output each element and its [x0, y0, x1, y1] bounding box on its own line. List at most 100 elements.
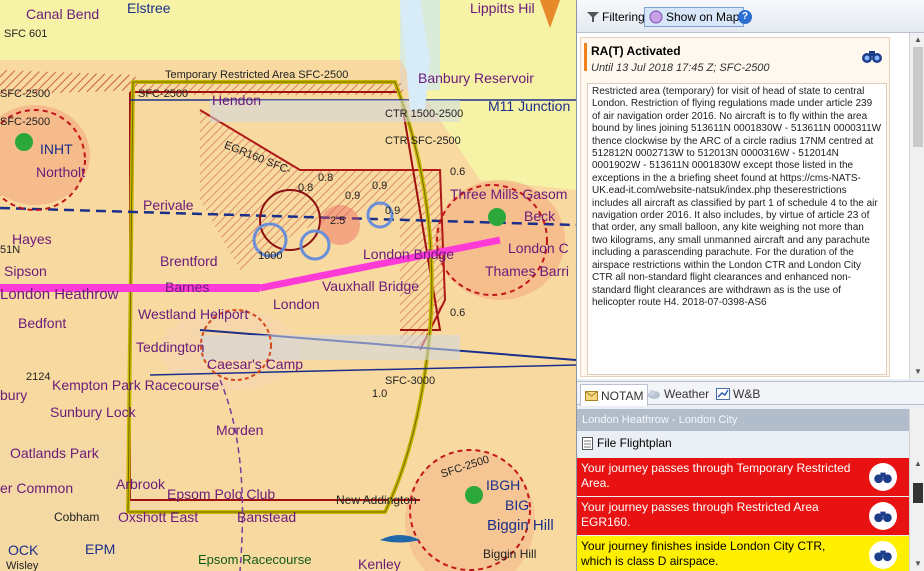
- label-fl-1000: 1000: [258, 250, 283, 262]
- file-flightplan-button[interactable]: File Flightplan: [582, 436, 672, 450]
- label-wisley: Wisley: [6, 560, 39, 571]
- label-perivale: Perivale: [143, 197, 194, 213]
- label-ock: OCK: [8, 542, 39, 558]
- label-epsom-polo-club: Epsom Polo Club: [167, 486, 276, 502]
- route-scrollbar-thumb[interactable]: [913, 483, 923, 503]
- route-alert-temporary-restricted[interactable]: Your journey passes through Temporary Re…: [577, 458, 909, 496]
- tab-weather[interactable]: Weather: [643, 384, 713, 404]
- aeronautical-map[interactable]: Canal Bend Elstree Lippitts Hil SFC 601 …: [0, 0, 576, 571]
- label-sunbury-lock: Sunbury Lock: [50, 404, 136, 420]
- tab-wb-label: W&B: [733, 387, 761, 401]
- label-biggin-hill-small: Biggin Hill: [483, 547, 537, 561]
- filter-icon: [587, 12, 599, 22]
- label-fl-0-9-a: 0.9: [372, 180, 388, 192]
- route-alert-text: Your journey passes through Restricted A…: [581, 500, 819, 529]
- alert-binoculars-button[interactable]: [869, 502, 897, 530]
- label-inht: INHT: [40, 141, 73, 157]
- alert-binoculars-button[interactable]: [869, 541, 897, 569]
- label-caesars-camp: Caesar's Camp: [207, 356, 304, 372]
- label-sfc2500-b: SFC-2500: [138, 88, 189, 100]
- label-epm: EPM: [85, 541, 116, 557]
- label-sfc601: SFC 601: [4, 28, 48, 40]
- label-51n: 51N: [0, 244, 21, 256]
- notam-card[interactable]: RA(T) Activated Until 13 Jul 2018 17:45 …: [580, 37, 890, 377]
- label-banstead: Banstead: [237, 509, 297, 525]
- tab-weather-label: Weather: [664, 387, 710, 401]
- label-oxshott-east: Oxshott East: [118, 509, 199, 525]
- notam-side-panel: Filtering Show on Map ? RA(T) Activated …: [576, 0, 924, 571]
- label-ctr-sfc-2500: CTR SFC-2500: [385, 135, 461, 147]
- label-fl-0-9-b: 0.9: [345, 190, 361, 202]
- label-biggin-hill: Biggin Hill: [487, 517, 554, 534]
- label-bedfont: Bedfont: [18, 315, 67, 331]
- label-common: er Common: [0, 480, 74, 496]
- route-alert-text: Your journey passes through Temporary Re…: [581, 461, 851, 490]
- label-lippitts: Lippitts Hil: [470, 0, 535, 16]
- label-sfc2500-a: SFC-2500: [0, 88, 51, 100]
- label-m11-junction: M11 Junction: [488, 98, 571, 114]
- help-icon[interactable]: ?: [738, 10, 752, 24]
- label-fl-2-5: 2.5: [330, 215, 346, 227]
- map-toggle-icon: [649, 10, 663, 24]
- show-on-map-label: Show on Map: [666, 10, 740, 24]
- scroll-up-icon[interactable]: ▲: [914, 459, 922, 468]
- label-fl-0-8-b: 0.8: [298, 182, 314, 194]
- notam-binoculars-button[interactable]: [861, 48, 883, 67]
- label-vauxhall-bridge: Vauxhall Bridge: [322, 278, 420, 294]
- cloud-icon: [648, 390, 660, 399]
- label-sipson: Sipson: [4, 263, 47, 279]
- notam-list: RA(T) Activated Until 13 Jul 2018 17:45 …: [577, 33, 909, 379]
- binoculars-icon: [874, 550, 892, 562]
- label-london: London: [273, 296, 320, 312]
- show-on-map-button[interactable]: Show on Map: [644, 7, 745, 27]
- label-westland-heliport: Westland Heliport: [138, 306, 249, 322]
- label-northolt: Northolt: [36, 164, 86, 180]
- notam-severity-stripe: [584, 43, 587, 71]
- label-sfc2500-c: SFC-2500: [0, 116, 51, 128]
- notam-scrollbar-thumb[interactable]: [913, 47, 923, 147]
- notam-body-text: Restricted area (temporary) for visit of…: [587, 83, 887, 375]
- label-ctr-1500-2500: CTR 1500-2500: [385, 108, 464, 120]
- scroll-down-icon[interactable]: ▼: [914, 559, 922, 568]
- label-big: BIG: [505, 497, 530, 513]
- label-brentford: Brentford: [160, 253, 218, 269]
- label-barnes: Barnes: [165, 279, 210, 295]
- route-alert-text: Your journey finishes inside London City…: [581, 539, 826, 568]
- notam-title: RA(T) Activated: [591, 44, 681, 58]
- label-cobham: Cobham: [54, 510, 100, 524]
- label-new-addington: New Addington: [336, 493, 417, 507]
- binoculars-icon: [862, 51, 882, 63]
- label-kenley: Kenley: [358, 556, 401, 571]
- label-oatlands-park: Oatlands Park: [10, 445, 99, 461]
- scroll-down-icon[interactable]: ▼: [914, 367, 922, 376]
- label-london-city: London C: [508, 240, 569, 256]
- label-temporary-restricted-area: Temporary Restricted Area SFC-2500: [165, 69, 349, 81]
- label-fl-0-9-c: 0.9: [385, 205, 401, 217]
- label-fl-0-6-a: 0.6: [450, 166, 466, 178]
- label-bury: bury: [0, 387, 28, 403]
- label-fl-0-8-a: 0.8: [318, 172, 334, 184]
- label-canal-bend: Canal Bend: [26, 6, 100, 22]
- label-ibgh: IBGH: [486, 477, 521, 493]
- panel-toolbar: Filtering Show on Map ?: [577, 0, 924, 33]
- label-london-heathrow: London Heathrow: [0, 286, 119, 303]
- document-icon: [582, 436, 593, 450]
- route-scrollbar[interactable]: ▲ ▼: [909, 409, 924, 571]
- notam-scrollbar[interactable]: ▲ ▼: [909, 33, 924, 379]
- binoculars-icon: [874, 511, 892, 523]
- tab-notam[interactable]: NOTAM: [580, 384, 649, 406]
- tab-notam-label: NOTAM: [601, 388, 644, 403]
- route-header: London Heathrow - London City: [577, 409, 909, 431]
- label-three-mills: Three Mills Gasom: [450, 186, 568, 202]
- notam-subtitle: Until 13 Jul 2018 17:45 Z; SFC-2500: [591, 62, 770, 74]
- label-morden: Morden: [216, 422, 264, 438]
- scroll-up-icon[interactable]: ▲: [914, 35, 922, 44]
- label-fl-1-0: 1.0: [372, 388, 388, 400]
- route-alert-egr160[interactable]: Your journey passes through Restricted A…: [577, 497, 909, 535]
- panel-tabs: NOTAM Weather W&B: [577, 381, 924, 406]
- alert-binoculars-button[interactable]: [869, 463, 897, 491]
- filtering-button[interactable]: Filtering: [583, 7, 649, 27]
- tab-weight-balance[interactable]: W&B: [712, 384, 764, 404]
- route-alert-london-city-ctr[interactable]: Your journey finishes inside London City…: [577, 536, 909, 571]
- label-kempton-park: Kempton Park Racecourse: [52, 377, 220, 393]
